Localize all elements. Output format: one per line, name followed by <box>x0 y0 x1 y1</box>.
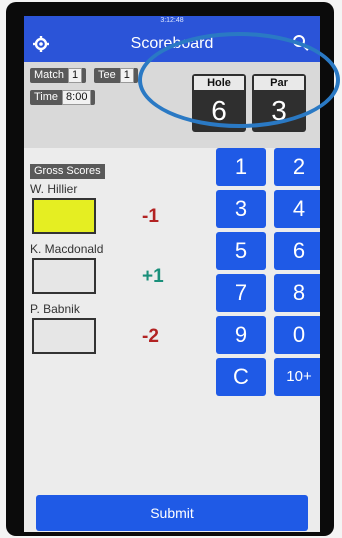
annotation-oval <box>138 32 340 128</box>
key-7[interactable]: 7 <box>216 274 266 312</box>
key-4[interactable]: 4 <box>274 190 320 228</box>
score-input[interactable] <box>32 198 96 234</box>
score-input[interactable] <box>32 318 96 354</box>
match-tag: Match 1 <box>30 68 87 83</box>
score-input[interactable] <box>32 258 96 294</box>
key-1[interactable]: 1 <box>216 148 266 186</box>
clear-key[interactable]: C <box>216 358 266 396</box>
score-to-par: +1 <box>142 266 164 287</box>
time-value[interactable]: 8:00 <box>62 90 92 105</box>
gross-scores-label: Gross Scores <box>30 164 105 179</box>
time-label: Time <box>34 91 59 103</box>
key-0[interactable]: 0 <box>274 316 320 354</box>
player-name: K. Macdonald <box>30 242 104 256</box>
ten-plus-key[interactable]: 10+ <box>274 358 320 396</box>
status-time: 3:12:48 <box>160 17 184 24</box>
score-to-par: -1 <box>142 206 159 227</box>
key-2[interactable]: 2 <box>274 148 320 186</box>
player-name: P. Babnik <box>30 302 80 316</box>
time-tag: Time 8:00 <box>30 90 96 105</box>
submit-button[interactable]: Submit <box>36 495 308 531</box>
tee-tag: Tee 1 <box>94 68 138 83</box>
key-8[interactable]: 8 <box>274 274 320 312</box>
key-9[interactable]: 9 <box>216 316 266 354</box>
key-6[interactable]: 6 <box>274 232 320 270</box>
tee-label: Tee <box>98 69 116 81</box>
player-name: W. Hillier <box>30 182 78 196</box>
status-bar: 3:12:48 <box>24 16 320 26</box>
key-5[interactable]: 5 <box>216 232 266 270</box>
match-value[interactable]: 1 <box>67 68 83 83</box>
score-to-par: -2 <box>142 326 159 347</box>
match-label: Match <box>34 69 64 81</box>
key-3[interactable]: 3 <box>216 190 266 228</box>
tee-value[interactable]: 1 <box>119 68 134 83</box>
